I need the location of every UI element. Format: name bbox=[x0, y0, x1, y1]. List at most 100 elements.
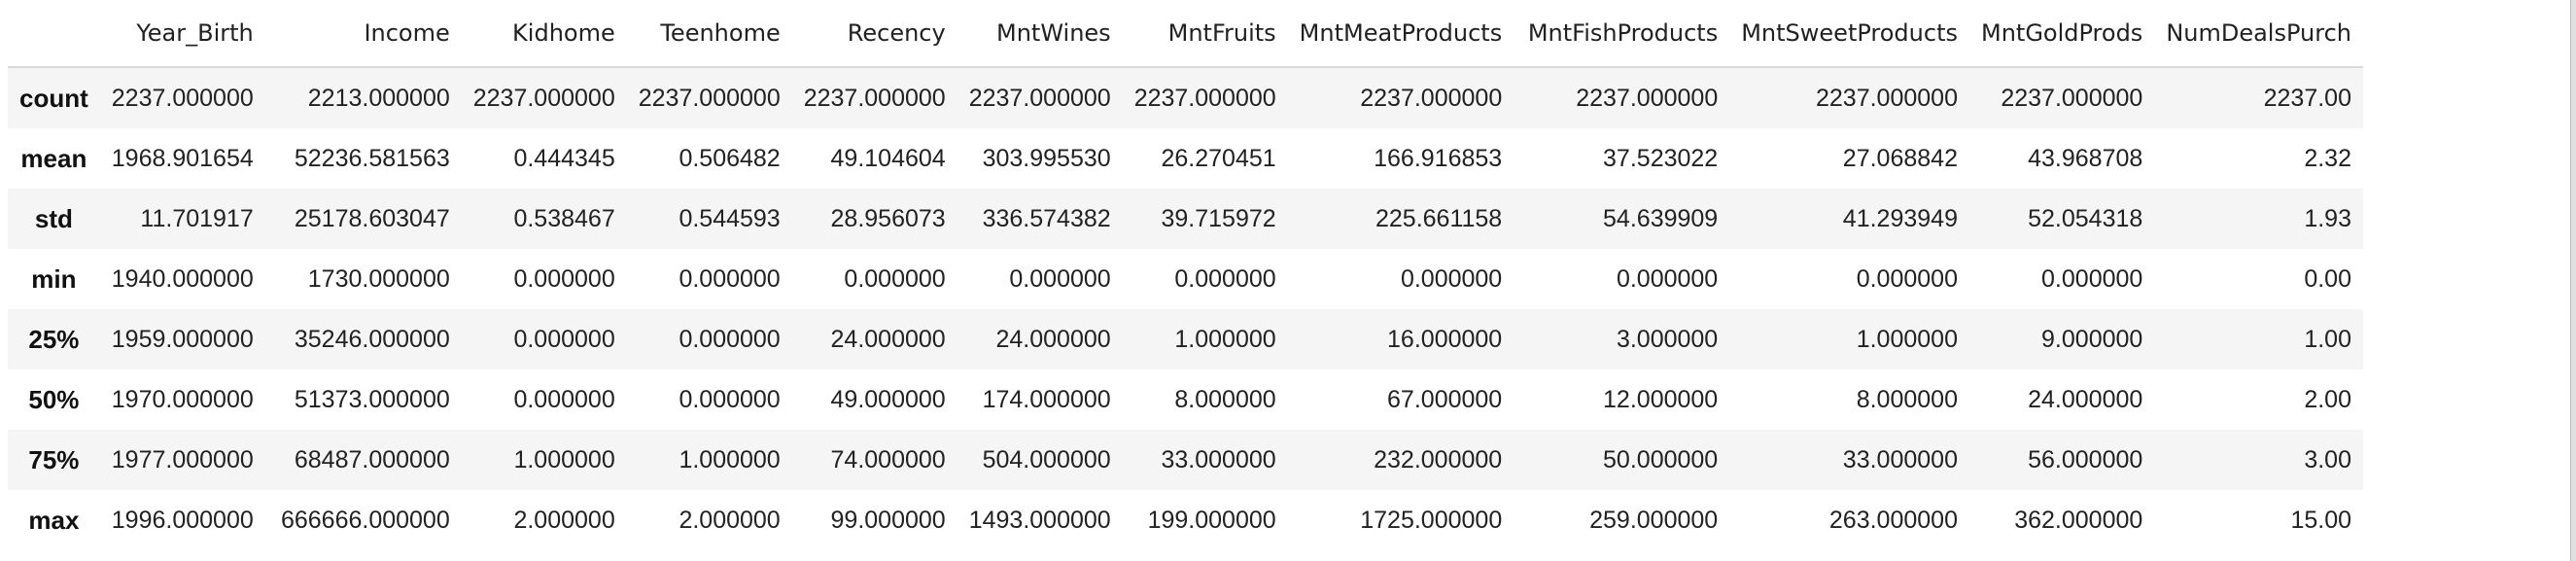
table-cell: 174.000000 bbox=[982, 385, 1111, 413]
table-cell: 2.000000 bbox=[513, 506, 615, 534]
table-cell: 199.000000 bbox=[1147, 506, 1276, 534]
row-index-label: min bbox=[31, 263, 77, 294]
table-cell: 1996.000000 bbox=[111, 506, 254, 534]
table-cell: 67.000000 bbox=[1387, 385, 1503, 413]
table-cell: 2237.000000 bbox=[1133, 84, 1276, 112]
table-cell: 39.715972 bbox=[1161, 204, 1276, 232]
table-cell: 49.104604 bbox=[830, 144, 946, 172]
table-cell: 43.968708 bbox=[2028, 144, 2143, 172]
table-cell: 1968.901654 bbox=[111, 144, 254, 172]
table-cell: 1.00 bbox=[2304, 325, 2351, 353]
table-cell: 0.544593 bbox=[679, 204, 781, 232]
column-header: Year_Birth bbox=[99, 0, 265, 68]
table-row: min 1940.000000 1730.000000 0.000000 0.00000… bbox=[8, 249, 2363, 309]
table-cell: 0.000000 bbox=[513, 325, 615, 353]
row-index-label: std bbox=[34, 203, 73, 233]
table-cell: 0.506482 bbox=[679, 144, 781, 172]
column-header: MntGoldProds bbox=[1968, 0, 2155, 68]
table-cell: 1.000000 bbox=[513, 445, 615, 473]
table-cell: 0.538467 bbox=[513, 204, 615, 232]
table-cell: 259.000000 bbox=[1589, 506, 1719, 534]
table-cell: 33.000000 bbox=[1842, 445, 1958, 473]
table-row: std 11.701917 25178.603047 0.538467 0.544593… bbox=[8, 189, 2363, 249]
table-cell: 8.000000 bbox=[1174, 385, 1276, 413]
table-cell: 24.000000 bbox=[830, 325, 946, 353]
table-cell: 0.000000 bbox=[2041, 264, 2143, 293]
table-cell: 1.000000 bbox=[1856, 325, 1958, 353]
table-cell: 2237.000000 bbox=[803, 84, 946, 112]
table-cell: 49.000000 bbox=[830, 385, 946, 413]
table-body: count 2237.000000 2213.000000 2237.000000 22… bbox=[8, 67, 2363, 550]
table-cell: 232.000000 bbox=[1374, 445, 1503, 473]
table-cell: 0.000000 bbox=[844, 264, 946, 293]
table-cell: 263.000000 bbox=[1828, 506, 1958, 534]
table-cell: 41.293949 bbox=[1842, 204, 1958, 232]
table-cell: 54.639909 bbox=[1603, 204, 1719, 232]
table-cell: 24.000000 bbox=[2028, 385, 2143, 413]
table-cell: 0.000000 bbox=[1400, 264, 1503, 293]
table-cell: 666666.000000 bbox=[280, 506, 450, 534]
table-cell: 0.000000 bbox=[513, 264, 615, 293]
notebook-output-area: Year_Birth Income Kidhome Teenhome Recency Mn… bbox=[0, 0, 2576, 561]
row-index-label: max bbox=[28, 505, 80, 535]
table-cell: 37.523022 bbox=[1603, 144, 1719, 172]
table-cell: 2237.000000 bbox=[1816, 84, 1958, 112]
column-header: Teenhome bbox=[626, 0, 792, 68]
table-cell: 504.000000 bbox=[982, 445, 1111, 473]
table-cell: 0.000000 bbox=[513, 385, 615, 413]
table-cell: 2237.000000 bbox=[968, 84, 1111, 112]
table-cell: 0.000000 bbox=[1009, 264, 1111, 293]
table-cell: 74.000000 bbox=[830, 445, 946, 473]
table-cell: 0.000000 bbox=[1856, 264, 1958, 293]
table-cell: 0.000000 bbox=[679, 264, 781, 293]
table-row: 25% 1959.000000 35246.000000 0.000000 0.0000… bbox=[8, 309, 2363, 369]
table-cell: 0.00 bbox=[2304, 264, 2351, 293]
table-cell: 1.000000 bbox=[679, 445, 781, 473]
column-header: Recency bbox=[791, 0, 957, 68]
table-cell: 28.956073 bbox=[830, 204, 946, 232]
table-cell: 303.995530 bbox=[982, 144, 1111, 172]
table-cell: 52.054318 bbox=[2028, 204, 2143, 232]
column-header: Kidhome bbox=[461, 0, 627, 68]
table-cell: 2237.000000 bbox=[1360, 84, 1503, 112]
table-cell: 1493.000000 bbox=[968, 506, 1111, 534]
index-column-header bbox=[8, 0, 100, 68]
table-cell: 68487.000000 bbox=[294, 445, 450, 473]
table-cell: 26.270451 bbox=[1161, 144, 1276, 172]
table-row: 50% 1970.000000 51373.000000 0.000000 0.0000… bbox=[8, 369, 2363, 430]
dataframe-viewport[interactable]: Year_Birth Income Kidhome Teenhome Recency Mn… bbox=[8, 0, 2576, 561]
table-row: max 1996.000000 666666.000000 2.000000 2.000… bbox=[8, 490, 2363, 550]
header-row: Year_Birth Income Kidhome Teenhome Recency Mn… bbox=[8, 0, 2363, 68]
horizontal-scroll-edge[interactable] bbox=[2570, 0, 2576, 561]
column-header: NumDealsPurch bbox=[2154, 0, 2363, 68]
column-header: MntFruits bbox=[1122, 0, 1288, 68]
table-cell: 27.068842 bbox=[1842, 144, 1958, 172]
table-cell: 0.000000 bbox=[1616, 264, 1719, 293]
table-cell: 1730.000000 bbox=[307, 264, 450, 293]
table-cell: 2237.000000 bbox=[638, 84, 781, 112]
table-cell: 50.000000 bbox=[1603, 445, 1719, 473]
describe-dataframe-table: Year_Birth Income Kidhome Teenhome Recency Mn… bbox=[8, 0, 2363, 550]
table-cell: 8.000000 bbox=[1856, 385, 1958, 413]
row-index-label: 75% bbox=[28, 444, 80, 474]
table-cell: 11.701917 bbox=[140, 204, 254, 232]
table-cell: 56.000000 bbox=[2028, 445, 2143, 473]
table-cell: 3.00 bbox=[2304, 445, 2351, 473]
row-index-label: mean bbox=[20, 143, 87, 173]
table-cell: 9.000000 bbox=[2041, 325, 2143, 353]
table-cell: 2.00 bbox=[2304, 385, 2351, 413]
table-cell: 99.000000 bbox=[830, 506, 946, 534]
table-cell: 362.000000 bbox=[2014, 506, 2143, 534]
table-cell: 1970.000000 bbox=[111, 385, 254, 413]
table-cell: 16.000000 bbox=[1387, 325, 1503, 353]
table-cell: 2237.000000 bbox=[1576, 84, 1719, 112]
column-header: MntMeatProducts bbox=[1287, 0, 1514, 68]
table-row: mean 1968.901654 52236.581563 0.444345 0.506… bbox=[8, 128, 2363, 189]
table-cell: 2237.000000 bbox=[111, 84, 254, 112]
table-cell: 0.444345 bbox=[513, 144, 615, 172]
table-cell: 51373.000000 bbox=[294, 385, 450, 413]
table-cell: 12.000000 bbox=[1603, 385, 1719, 413]
table-cell: 2237.000000 bbox=[472, 84, 615, 112]
table-cell: 33.000000 bbox=[1161, 445, 1276, 473]
table-cell: 1.000000 bbox=[1174, 325, 1276, 353]
